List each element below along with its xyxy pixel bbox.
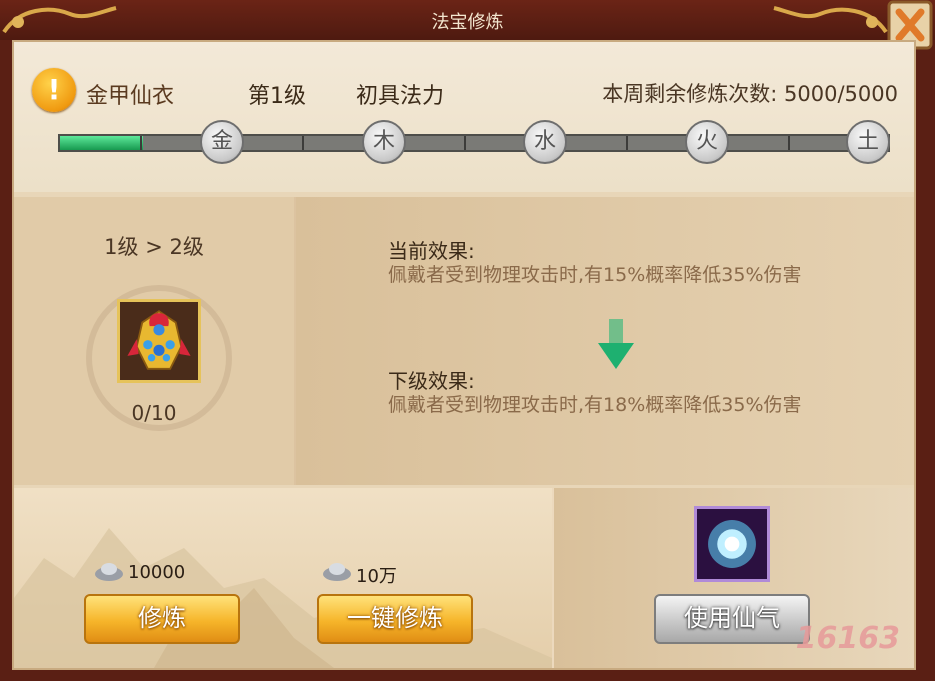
game-window: 法宝修炼 ! 金甲仙衣 第1级 初具法力 本周剩余修炼次数: 5000/5000 <box>0 0 935 681</box>
current-effect-text: 佩戴者受到物理攻击时,有15%概率降低35%伤害 <box>388 264 802 286</box>
silver-ingot-icon <box>323 563 351 581</box>
node-earth[interactable]: 土 <box>846 120 890 164</box>
title-bar: 法宝修炼 <box>0 0 935 50</box>
action-section: 10000 修炼 10万 一键修炼 使用仙气 16163 <box>14 488 914 668</box>
node-water[interactable]: 水 <box>523 120 567 164</box>
level-change: 1级 > 2级 <box>104 235 204 259</box>
weekly-count: 本周剩余修炼次数: 5000/5000 <box>602 78 898 108</box>
main-panel: ! 金甲仙衣 第1级 初具法力 本周剩余修炼次数: 5000/5000 金 木 … <box>12 40 916 670</box>
ornament-right-icon <box>773 6 888 34</box>
train-cost: 10000 <box>128 562 186 583</box>
watermark: 16163 <box>795 621 900 656</box>
progress-fill <box>60 136 143 150</box>
silver-ingot-icon <box>95 563 123 581</box>
weekly-count-value: 5000/5000 <box>784 82 898 106</box>
progress-divider <box>464 136 466 150</box>
use-spirit-button[interactable]: 使用仙气 <box>654 594 810 644</box>
next-effect-text: 佩戴者受到物理攻击时,有18%概率降低35%伤害 <box>388 394 802 416</box>
current-effect-title: 当前效果: <box>388 239 475 263</box>
progress-track <box>58 134 890 152</box>
progress-divider <box>140 136 142 150</box>
progress-divider <box>302 136 304 150</box>
item-level: 第1级 <box>248 84 306 109</box>
progress-divider <box>626 136 628 150</box>
node-fire[interactable]: 火 <box>685 120 729 164</box>
armor-item-icon[interactable] <box>117 299 201 383</box>
down-arrow-icon <box>598 319 634 369</box>
node-metal[interactable]: 金 <box>200 120 244 164</box>
oneclick-train-button[interactable]: 一键修炼 <box>317 594 473 644</box>
item-progress: 0/10 <box>131 401 177 425</box>
oneclick-cost: 10万 <box>356 566 397 587</box>
progress-divider <box>788 136 790 150</box>
spirit-orb-icon[interactable] <box>694 506 770 582</box>
weekly-count-label: 本周剩余修炼次数: <box>602 82 778 106</box>
effect-text-panel: 当前效果: 佩戴者受到物理攻击时,有15%概率降低35%伤害 下级效果: 佩戴者… <box>296 197 914 485</box>
item-stage: 初具法力 <box>356 84 445 109</box>
item-name: 金甲仙衣 <box>86 84 175 109</box>
effect-section: 1级 > 2级 0/10 当前效果: 佩戴者受到物理攻击时,有15%概率降低35… <box>14 197 914 485</box>
item-panel: 1级 > 2级 0/10 <box>14 197 294 485</box>
next-effect-title: 下级效果: <box>388 369 475 393</box>
status-bar: ! 金甲仙衣 第1级 初具法力 本周剩余修炼次数: 5000/5000 金 木 … <box>14 42 914 192</box>
train-button[interactable]: 修炼 <box>84 594 240 644</box>
node-wood[interactable]: 木 <box>362 120 406 164</box>
training-panel: 10000 修炼 10万 一键修炼 <box>14 488 552 668</box>
warning-icon[interactable]: ! <box>32 68 76 112</box>
